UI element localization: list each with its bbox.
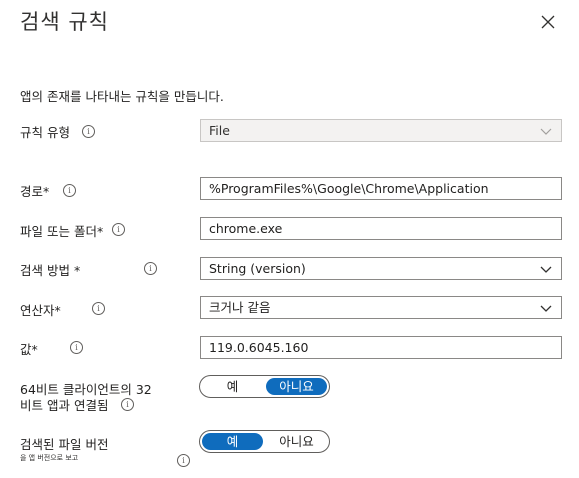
bit32-label-line2: 비트 앱과 연결됨 xyxy=(20,398,109,413)
version-toggle[interactable]: 예 아니요 xyxy=(199,430,330,453)
version-yes-option[interactable]: 예 xyxy=(202,433,263,450)
info-icon[interactable]: i xyxy=(121,398,134,411)
file-or-folder-label: 파일 또는 폴더* xyxy=(20,224,104,239)
info-icon[interactable]: i xyxy=(144,262,157,275)
version-no-option[interactable]: 아니요 xyxy=(266,433,327,450)
version-sub-label: 을 앱 버전으로 보고 xyxy=(20,454,79,462)
chevron-down-icon xyxy=(540,266,552,273)
chevron-down-icon xyxy=(540,128,552,135)
bit32-no-option[interactable]: 아니요 xyxy=(266,378,327,395)
info-icon[interactable]: i xyxy=(177,454,190,467)
version-label: 검색된 파일 버전 xyxy=(20,437,109,452)
info-icon[interactable]: i xyxy=(82,125,95,138)
operator-value: 크거나 같음 xyxy=(209,300,271,315)
rule-type-label: 규칙 유형 xyxy=(20,125,70,140)
operator-select[interactable]: 크거나 같음 xyxy=(200,296,562,319)
rule-type-select: File xyxy=(200,119,562,142)
info-icon[interactable]: i xyxy=(92,302,105,315)
file-or-folder-input[interactable]: chrome.exe xyxy=(200,217,562,240)
path-label: 경로* xyxy=(20,184,50,199)
bit32-yes-option[interactable]: 예 xyxy=(202,378,263,395)
detection-method-label: 검색 방법 * xyxy=(20,263,81,278)
close-icon[interactable] xyxy=(538,12,558,32)
bit32-toggle[interactable]: 예 아니요 xyxy=(199,375,330,398)
path-input[interactable]: %ProgramFiles%\Google\Chrome\Application xyxy=(200,177,562,200)
detection-method-select[interactable]: String (version) xyxy=(200,257,562,280)
panel-title: 검색 규칙 xyxy=(20,10,109,34)
rule-type-value: File xyxy=(209,123,230,138)
value-label: 값* xyxy=(20,342,38,357)
value-input[interactable]: 119.0.6045.160 xyxy=(200,336,562,359)
operator-label: 연산자* xyxy=(20,303,61,318)
info-icon[interactable]: i xyxy=(63,184,76,197)
detection-method-value: String (version) xyxy=(209,261,306,276)
info-icon[interactable]: i xyxy=(70,341,83,354)
chevron-down-icon xyxy=(540,305,552,312)
panel-description: 앱의 존재를 나타내는 규칙을 만듭니다. xyxy=(20,89,224,104)
info-icon[interactable]: i xyxy=(112,223,125,236)
